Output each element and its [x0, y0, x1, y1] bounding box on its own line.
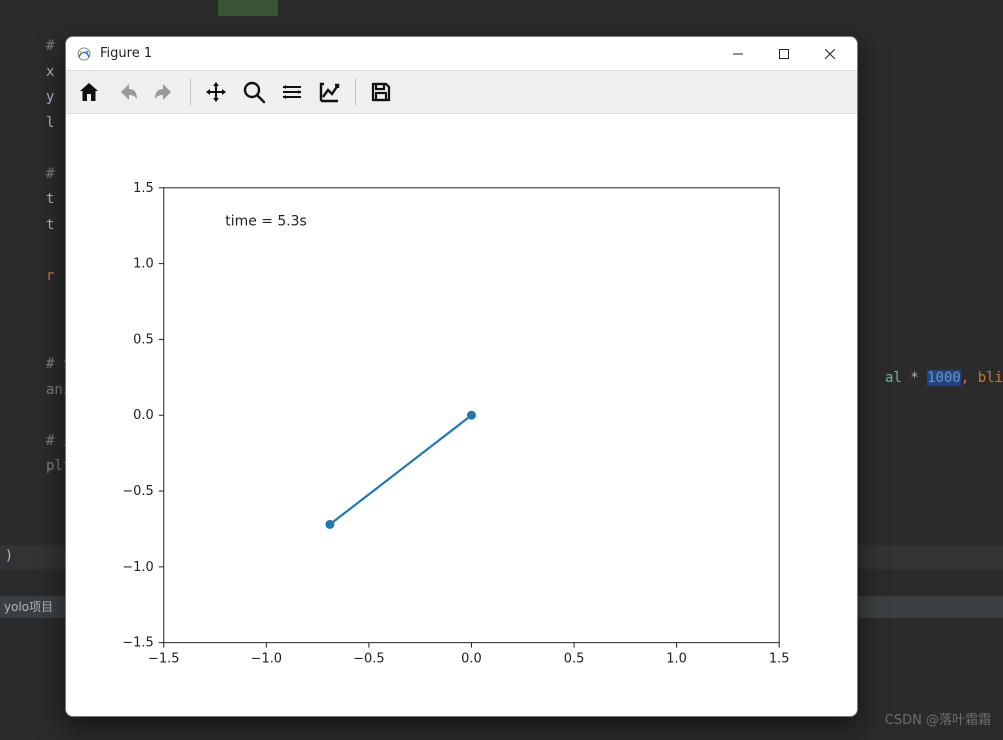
svg-text:1.0: 1.0 [666, 652, 687, 667]
svg-text:0.5: 0.5 [133, 332, 154, 347]
svg-text:1.0: 1.0 [133, 257, 154, 272]
svg-text:time = 5.3s: time = 5.3s [225, 214, 307, 230]
ide-code-top: # x y l # t t r [46, 34, 54, 289]
bottom-tab-label[interactable]: yolo项目 [4, 600, 53, 614]
toolbar-separator [355, 78, 356, 106]
svg-text:−1.0: −1.0 [122, 560, 153, 575]
window-title: Figure 1 [100, 46, 152, 61]
chart-svg: −1.5 −1.0 −0.5 0.0 0.5 1.0 1.5 −1.5 −1.0 −0.5 0.0 0… [66, 114, 857, 716]
svg-text:−0.5: −0.5 [122, 484, 153, 499]
title-bar[interactable]: Figure 1 [66, 37, 857, 71]
maximize-button[interactable] [761, 37, 807, 71]
watermark: CSDN @落叶霜霜 [885, 709, 991, 728]
svg-text:−0.5: −0.5 [353, 652, 384, 667]
svg-text:0.0: 0.0 [133, 408, 154, 423]
minimize-button[interactable] [715, 37, 761, 71]
forward-icon[interactable] [148, 75, 182, 109]
edit-axes-icon[interactable] [313, 75, 347, 109]
svg-text:0.5: 0.5 [564, 652, 585, 667]
back-icon[interactable] [110, 75, 144, 109]
svg-text:−1.5: −1.5 [122, 636, 153, 651]
save-icon[interactable] [364, 75, 398, 109]
svg-text:1.5: 1.5 [133, 181, 154, 196]
app-icon [76, 46, 92, 62]
svg-text:−1.0: −1.0 [251, 652, 282, 667]
matplotlib-toolbar [66, 71, 857, 114]
pan-icon[interactable] [199, 75, 233, 109]
run-indicator [218, 0, 278, 16]
svg-text:1.5: 1.5 [769, 652, 790, 667]
svg-text:−1.5: −1.5 [148, 652, 179, 667]
zoom-icon[interactable] [237, 75, 271, 109]
svg-text:0.0: 0.0 [461, 652, 482, 667]
close-button[interactable] [807, 37, 853, 71]
figure-window: Figure 1 [65, 36, 858, 717]
plot-area[interactable]: −1.5 −1.0 −0.5 0.0 0.5 1.0 1.5 −1.5 −1.0 −0.5 0.0 0… [66, 114, 857, 716]
toolbar-separator [190, 78, 191, 106]
ide-code-right: al * 1000, bli [885, 370, 1003, 386]
subplots-icon[interactable] [275, 75, 309, 109]
home-icon[interactable] [72, 75, 106, 109]
